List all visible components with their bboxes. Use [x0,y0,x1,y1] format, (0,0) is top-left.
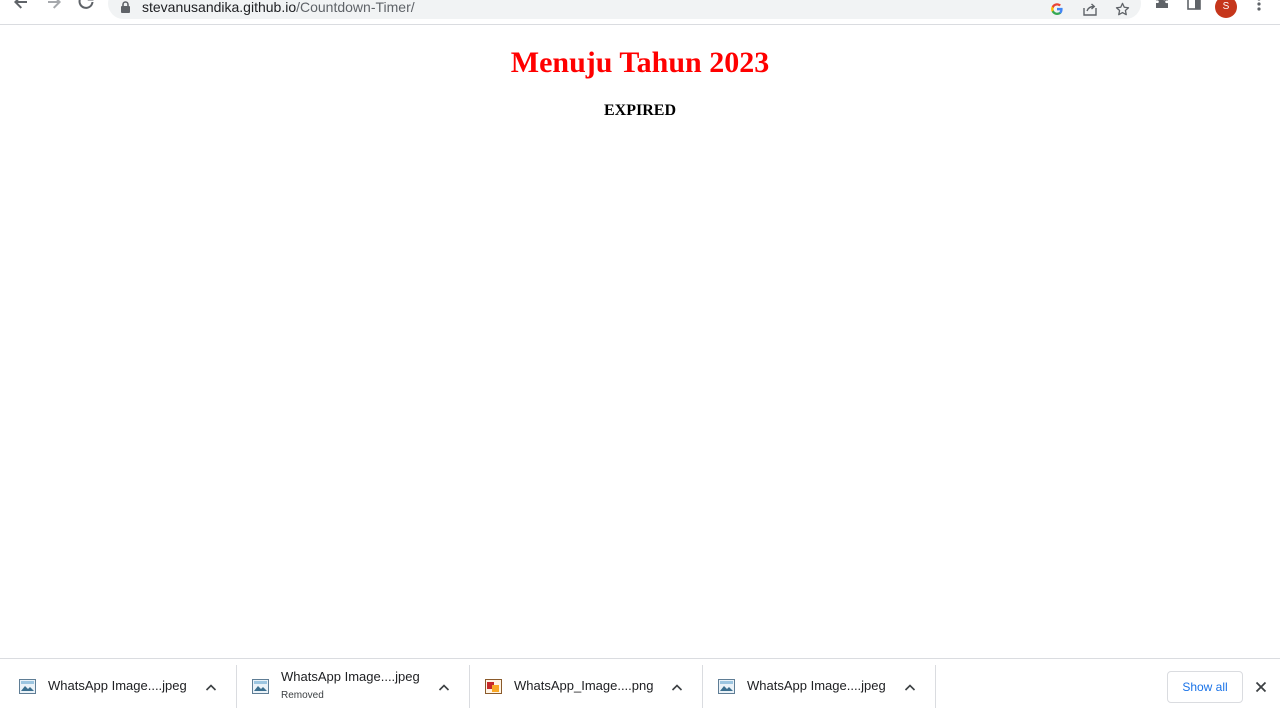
profile-avatar[interactable]: S [1215,0,1237,18]
download-status: Removed [281,690,324,701]
image-file-icon [718,679,735,694]
download-item[interactable]: WhatsApp Image....jpeg Removed [233,665,466,708]
download-filename: WhatsApp_Image....png [514,678,654,693]
reload-icon [78,0,94,9]
chevron-up-icon[interactable] [903,680,917,694]
reload-button[interactable] [74,0,98,16]
page-title: Menuju Tahun 2023 [510,46,770,79]
image-file-icon [19,679,36,694]
arrow-left-icon [14,0,27,9]
back-button[interactable] [9,0,33,16]
puzzle-icon [1156,0,1168,8]
download-filename: WhatsApp Image....jpeg [48,678,187,693]
image-file-icon [252,679,269,694]
chevron-up-icon[interactable] [204,680,218,694]
forward-button[interactable] [42,0,66,16]
show-all-button[interactable]: Show all [1167,671,1243,703]
bookmark-star-icon[interactable] [1113,0,1131,18]
url-host: stevanusandika.github.io [142,0,297,15]
google-lens-icon[interactable] [1048,0,1066,18]
url-text: stevanusandika.github.io/Countdown-Timer… [142,0,415,15]
download-item[interactable]: WhatsApp_Image....png [466,665,699,708]
side-panel-icon [1187,0,1201,10]
more-vert-icon [1257,0,1261,11]
browser-toolbar: stevanusandika.github.io/Countdown-Timer… [0,0,1280,25]
png-file-icon [485,679,502,694]
download-filename: WhatsApp Image....jpeg [747,678,886,693]
chevron-up-icon[interactable] [670,680,684,694]
side-panel-button[interactable] [1182,0,1206,16]
close-icon [1255,681,1267,693]
download-shelf: WhatsApp Image....jpeg WhatsApp Image...… [0,658,1280,713]
arrow-right-icon [48,0,61,9]
close-shelf-button[interactable] [1253,679,1269,695]
address-bar[interactable]: stevanusandika.github.io/Countdown-Timer… [108,0,1141,19]
share-icon[interactable] [1081,0,1099,18]
divider [935,665,936,708]
download-item[interactable]: WhatsApp Image....jpeg [0,665,233,708]
download-filename: WhatsApp Image....jpeg [281,669,420,684]
url-path: /Countdown-Timer/ [296,0,415,15]
extensions-button[interactable] [1150,0,1174,16]
countdown-status: EXPIRED [603,102,676,119]
chevron-up-icon[interactable] [437,680,451,694]
menu-button[interactable] [1247,0,1271,16]
lock-icon [121,1,130,13]
download-item[interactable]: WhatsApp Image....jpeg [699,665,932,708]
